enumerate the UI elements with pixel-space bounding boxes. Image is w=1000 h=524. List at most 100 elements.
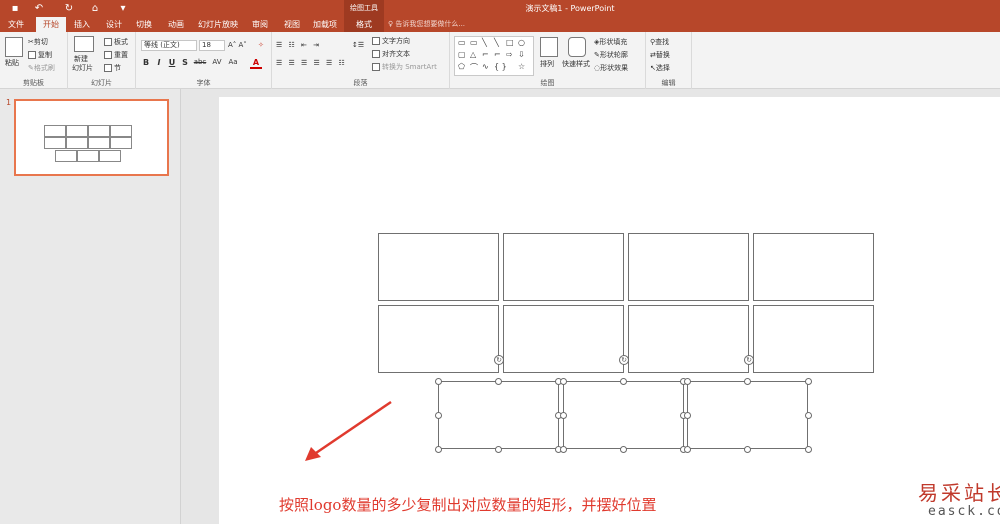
logo-rectangle[interactable] — [503, 233, 624, 301]
save-icon[interactable]: ▪ — [8, 2, 22, 15]
resize-handle[interactable] — [620, 446, 627, 453]
section-button[interactable]: 节 — [104, 63, 121, 73]
tab-addins[interactable]: 加载项 — [310, 17, 340, 32]
down-arrow-shape-icon[interactable]: ⇩ — [518, 50, 525, 59]
underline-button[interactable]: U — [166, 58, 178, 67]
resize-handle[interactable] — [744, 446, 751, 453]
paste-button[interactable]: 粘贴 — [5, 58, 19, 68]
copy-button[interactable]: 复制 — [28, 50, 52, 60]
align-text-button[interactable]: 对齐文本 — [372, 49, 410, 59]
paste-icon[interactable] — [5, 37, 23, 57]
resize-handle[interactable] — [560, 412, 567, 419]
tab-insert[interactable]: 插入 — [70, 17, 94, 32]
brace-shape-icon[interactable]: { } — [494, 62, 507, 71]
tab-transitions[interactable]: 切换 — [132, 17, 156, 32]
italic-button[interactable]: I — [153, 58, 165, 67]
font-size-field[interactable]: 18 — [199, 40, 225, 51]
logo-rectangle[interactable] — [628, 233, 749, 301]
resize-handle[interactable] — [805, 446, 812, 453]
logo-rectangle[interactable] — [628, 305, 749, 373]
resize-handle[interactable] — [560, 378, 567, 385]
quick-styles-icon[interactable] — [568, 37, 586, 57]
rotate-handle-icon[interactable]: ↻ — [744, 355, 754, 365]
layout-button[interactable]: 板式 — [104, 37, 128, 47]
tab-file[interactable]: 文件 — [4, 17, 28, 32]
resize-handle[interactable] — [435, 378, 442, 385]
right-arrow-shape-icon[interactable]: ⇨ — [506, 50, 513, 59]
new-slide-icon[interactable] — [74, 36, 94, 52]
line-shape-icon[interactable]: ╲ — [482, 38, 487, 47]
shape-effects-button[interactable]: ◌形状效果 — [594, 63, 628, 73]
quick-styles-button[interactable]: 快速样式 — [562, 59, 590, 69]
strikethrough-button[interactable]: abc — [192, 58, 208, 66]
elbow-shape-icon[interactable]: ⌐ — [482, 50, 489, 59]
shadow-button[interactable]: S — [179, 58, 191, 67]
resize-handle[interactable] — [684, 412, 691, 419]
format-painter-button[interactable]: ✎格式刷 — [28, 63, 55, 73]
text-direction-button[interactable]: 文字方向 — [372, 36, 410, 46]
rotate-handle-icon[interactable]: ↻ — [619, 355, 629, 365]
tab-view[interactable]: 视图 — [280, 17, 304, 32]
pentagon-shape-icon[interactable]: ⬠ — [458, 62, 465, 71]
shapes-gallery[interactable]: ▭ ▭ ╲ ╲ □ ○ ▢ △ ⌐ ⌐ ⇨ ⇩ ⬠ ⌒ ∿ { } ☆ — [454, 36, 534, 76]
select-button[interactable]: ↖选择 — [650, 63, 670, 73]
rotate-handle-icon[interactable]: ↻ — [494, 355, 504, 365]
slide[interactable]: ↻ ↻ ↻ 按照logo数量的多少复制出对应数量的矩形，并摆好位置 易采站 ea… — [219, 97, 1000, 524]
resize-handle[interactable] — [435, 412, 442, 419]
resize-handle[interactable] — [805, 412, 812, 419]
grow-font-icon[interactable]: A˄ A˅ — [228, 40, 247, 50]
shape-fill-button[interactable]: ◈形状填充 — [594, 37, 627, 47]
reset-button[interactable]: 重置 — [104, 50, 128, 60]
line-spacing-icon[interactable]: ↕☰ — [352, 40, 364, 50]
undo-icon[interactable]: ↶ — [32, 2, 46, 15]
font-color-button[interactable]: A — [250, 58, 262, 69]
smartart-button[interactable]: 转换为 SmartArt — [372, 62, 437, 72]
resize-handle[interactable] — [684, 378, 691, 385]
curve-shape-icon[interactable]: ⌒ — [470, 62, 478, 73]
tab-home[interactable]: 开始 — [36, 17, 66, 32]
presenter-icon[interactable]: ⌂ — [88, 2, 102, 15]
tab-format[interactable]: 格式 — [344, 17, 384, 32]
square-shape-icon[interactable]: □ — [506, 38, 514, 47]
customize-icon[interactable]: ▾ — [116, 2, 130, 15]
logo-rectangle[interactable] — [753, 305, 874, 373]
selected-rectangle[interactable] — [563, 381, 684, 449]
rect-shape-icon[interactable]: ▭ — [470, 38, 478, 47]
logo-rectangle[interactable] — [753, 233, 874, 301]
resize-handle[interactable] — [435, 446, 442, 453]
resize-handle[interactable] — [620, 378, 627, 385]
font-name-field[interactable]: 等线 (正文) — [141, 40, 197, 51]
find-button[interactable]: ⚲查找 — [650, 37, 669, 47]
selected-rectangle[interactable] — [438, 381, 559, 449]
shape-outline-button[interactable]: ✎形状轮廓 — [594, 50, 628, 60]
arrange-button[interactable]: 排列 — [540, 59, 554, 69]
tell-me-box[interactable]: ♀ 告诉我您想要做什么... — [388, 17, 465, 32]
textbox-shape-icon[interactable]: ▭ — [458, 38, 466, 47]
rounded-rect-icon[interactable]: ▢ — [458, 50, 466, 59]
slide-thumbnail[interactable] — [14, 99, 169, 176]
bold-button[interactable]: B — [140, 58, 152, 67]
list-icons[interactable]: ☰ ☷ ⇤ ⇥ — [276, 40, 321, 50]
resize-handle[interactable] — [805, 378, 812, 385]
clear-format-icon[interactable]: ✧ — [258, 40, 264, 50]
resize-handle[interactable] — [560, 446, 567, 453]
resize-handle[interactable] — [684, 446, 691, 453]
alignment-icons[interactable]: ☰ ☰ ☰ ☰ ☰ ☷ — [276, 58, 347, 68]
tab-slideshow[interactable]: 幻灯片放映 — [196, 17, 240, 32]
star-shape-icon[interactable]: ☆ — [518, 62, 525, 71]
redo-icon[interactable]: ↻ — [62, 2, 76, 15]
resize-handle[interactable] — [495, 378, 502, 385]
logo-rectangle[interactable] — [378, 305, 499, 373]
wave-shape-icon[interactable]: ∿ — [482, 62, 489, 71]
elbow2-shape-icon[interactable]: ⌐ — [494, 50, 501, 59]
arrange-icon[interactable] — [540, 37, 558, 57]
cut-button[interactable]: ✂剪切 — [28, 37, 48, 47]
triangle-shape-icon[interactable]: △ — [470, 50, 476, 59]
arrow-shape-icon[interactable]: ╲ — [494, 38, 499, 47]
change-case-button[interactable]: Aa — [226, 58, 240, 66]
new-slide-label-2[interactable]: 幻灯片 — [72, 63, 93, 73]
oval-shape-icon[interactable]: ○ — [518, 38, 525, 47]
tab-animations[interactable]: 动画 — [164, 17, 188, 32]
tab-design[interactable]: 设计 — [102, 17, 126, 32]
char-spacing-button[interactable]: AV — [210, 58, 224, 66]
